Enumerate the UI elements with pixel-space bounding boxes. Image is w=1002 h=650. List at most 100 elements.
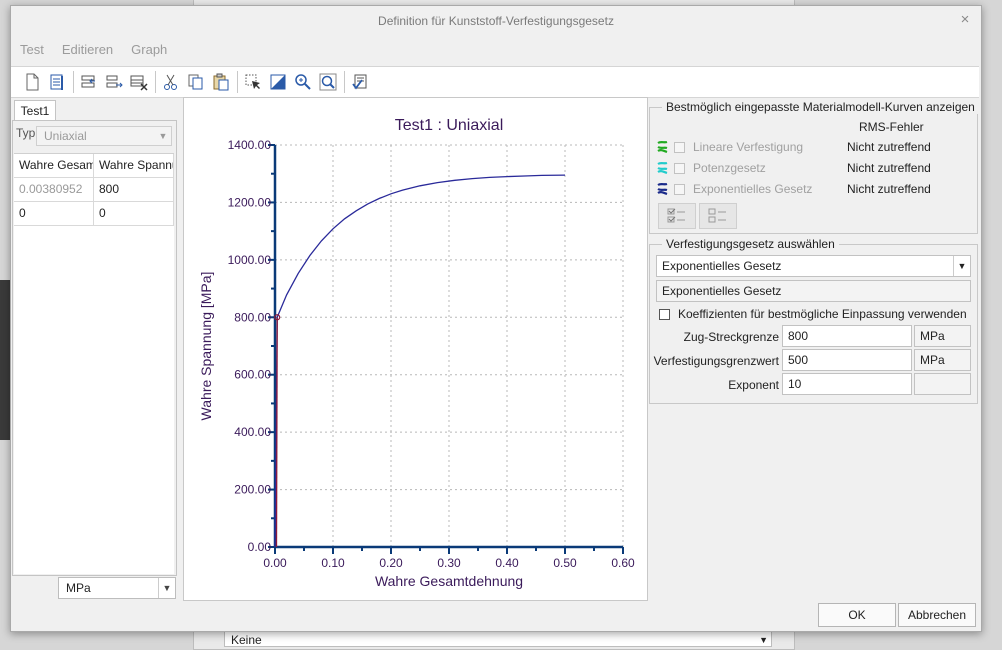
title-bar: Definition für Kunststoff-Verfestigungsg… xyxy=(11,6,981,36)
fit-curves-group: Bestmöglich eingepasste Materialmodell-K… xyxy=(649,100,979,234)
yield-strength-unit-text: MPa xyxy=(920,329,945,343)
y-tick-label: 1000.00 xyxy=(228,253,272,267)
background-combo[interactable]: Keine ▼ xyxy=(224,631,772,647)
power-law-checkbox[interactable] xyxy=(674,162,685,174)
fit-row-linear: Lineare Verfestigung xyxy=(656,138,803,156)
chart-svg: 0.00 0.10 0.20 0.30 0.40 0.50 0.60 0.00 200.00 40… xyxy=(198,117,635,589)
hardening-limit-value: 500 xyxy=(788,353,809,367)
hardening-law-value: Exponentielles Gesetz xyxy=(662,259,782,273)
cut-icon[interactable] xyxy=(159,70,183,94)
menu-test[interactable]: Test xyxy=(11,40,53,60)
hardening-limit-unit: MPa xyxy=(914,349,971,371)
paste-icon[interactable] xyxy=(209,70,233,94)
y-tick-label: 600.00 xyxy=(234,368,271,382)
rms-exponential: Nicht zutreffend xyxy=(847,182,931,196)
toolbar-separator xyxy=(237,71,238,93)
y-tick-label: 0.00 xyxy=(248,540,272,554)
stress-strain-curve xyxy=(274,174,566,548)
yield-strength-value: 800 xyxy=(788,329,809,343)
zoom-in-icon[interactable] xyxy=(291,70,315,94)
chevron-down-icon: ▼ xyxy=(158,578,175,598)
x-tick-label: 0.10 xyxy=(321,556,345,570)
hardening-law-dialog: Definition für Kunststoff-Verfestigungsg… xyxy=(10,5,982,632)
copy-icon[interactable] xyxy=(184,70,208,94)
exponent-unit xyxy=(914,373,971,395)
zoom-fit-icon[interactable] xyxy=(316,70,340,94)
uncheck-all-icon xyxy=(708,208,726,223)
select-icon[interactable] xyxy=(241,70,265,94)
table-header-row: Wahre Gesamtdehnung Wahre Spannung xyxy=(14,154,174,178)
hardening-limit-unit-text: MPa xyxy=(920,353,945,367)
linear-checkbox[interactable] xyxy=(674,141,685,153)
x-tick-label: 0.50 xyxy=(553,556,577,570)
table-row: 0 0 xyxy=(14,202,174,226)
x-tick-label: 0.20 xyxy=(379,556,403,570)
formula-display: Exponentielles Gesetz xyxy=(656,280,971,302)
insert-row-above-icon[interactable] xyxy=(77,70,101,94)
curve-color-icon xyxy=(657,161,668,175)
rms-power: Nicht zutreffend xyxy=(847,161,931,175)
unit-select[interactable]: MPa ▼ xyxy=(58,577,176,599)
insert-row-below-icon[interactable] xyxy=(102,70,126,94)
fill-icon[interactable] xyxy=(266,70,290,94)
check-icon[interactable] xyxy=(348,70,372,94)
close-icon[interactable]: × xyxy=(957,12,973,28)
select-all-button[interactable] xyxy=(658,203,696,229)
deselect-all-button[interactable] xyxy=(699,203,737,229)
type-select[interactable]: Uniaxial ▼ xyxy=(36,126,172,146)
table-cell-stress[interactable]: 800 xyxy=(94,178,174,201)
x-tick-label: 0.30 xyxy=(437,556,461,570)
table-row: 0.00380952 800 xyxy=(14,178,174,202)
yield-strength-unit: MPa xyxy=(914,325,971,347)
table-cell-stress[interactable]: 0 xyxy=(94,202,174,225)
coef-checkbox-row[interactable]: Koeffizienten für bestmögliche Einpassun… xyxy=(659,307,967,321)
table-icon[interactable] xyxy=(45,70,69,94)
y-tick-label: 1200.00 xyxy=(228,195,272,209)
menu-graph[interactable]: Graph xyxy=(122,40,176,60)
param-label-yield: Zug-Streckgrenze xyxy=(683,330,779,344)
menu-edit[interactable]: Editieren xyxy=(53,40,122,60)
fit-label-linear: Lineare Verfestigung xyxy=(693,140,804,154)
tab-test1[interactable]: Test1 xyxy=(14,100,56,121)
hardening-limit-input[interactable]: 500 xyxy=(782,349,912,371)
stress-strain-chart: 0.00 0.10 0.20 0.30 0.40 0.50 0.60 0.00 200.00 40… xyxy=(183,97,648,601)
param-label-exponent: Exponent xyxy=(728,378,779,392)
check-all-icon xyxy=(667,208,685,223)
toolbar-separator xyxy=(155,71,156,93)
coef-checkbox-label: Koeffizienten für bestmögliche Einpassun… xyxy=(678,307,967,321)
hardening-law-select[interactable]: Exponentielles Gesetz ▼ xyxy=(656,255,971,277)
rms-header: RMS-Fehler xyxy=(859,120,924,134)
new-icon[interactable] xyxy=(20,70,44,94)
background-canvas-fragment xyxy=(0,280,10,440)
table-cell-strain[interactable]: 0 xyxy=(14,202,94,225)
curve-color-icon xyxy=(657,182,668,196)
formula-text: Exponentielles Gesetz xyxy=(662,284,782,298)
cancel-button[interactable]: Abbrechen xyxy=(898,603,976,627)
yield-strength-input[interactable]: 800 xyxy=(782,325,912,347)
x-tick-label: 0.60 xyxy=(611,556,635,570)
coef-checkbox[interactable] xyxy=(659,308,670,320)
toolbar xyxy=(11,66,979,98)
type-select-value: Uniaxial xyxy=(44,129,87,143)
typ-label: Typ xyxy=(16,126,36,140)
fit-label-exponential: Exponentielles Gesetz xyxy=(693,182,813,196)
column-header-stress[interactable]: Wahre Spannung xyxy=(94,154,174,177)
ok-button[interactable]: OK xyxy=(818,603,896,627)
y-tick-label: 400.00 xyxy=(234,425,271,439)
param-label-hardening-limit: Verfestigungsgrenzwert xyxy=(653,354,779,368)
table-cell-strain[interactable]: 0.00380952 xyxy=(14,178,94,201)
toolbar-separator xyxy=(73,71,74,93)
delete-row-icon[interactable] xyxy=(127,70,151,94)
x-tick-label: 0.40 xyxy=(495,556,519,570)
y-tick-label: 200.00 xyxy=(234,483,271,497)
background-window-bottom: Keine ▼ xyxy=(193,630,795,650)
exponent-input[interactable]: 10 xyxy=(782,373,912,395)
column-header-strain[interactable]: Wahre Gesamtdehnung xyxy=(14,154,94,177)
unit-select-value: MPa xyxy=(66,581,91,595)
chevron-down-icon: ▼ xyxy=(953,256,970,276)
elastic-segment xyxy=(275,317,278,548)
background-combo-value: Keine xyxy=(231,633,262,647)
hardening-law-group: Verfestigungsgesetz auswählen Exponentie… xyxy=(649,237,978,404)
menu-bar: Test Editieren Graph xyxy=(11,40,176,60)
exponential-checkbox[interactable] xyxy=(674,183,685,195)
